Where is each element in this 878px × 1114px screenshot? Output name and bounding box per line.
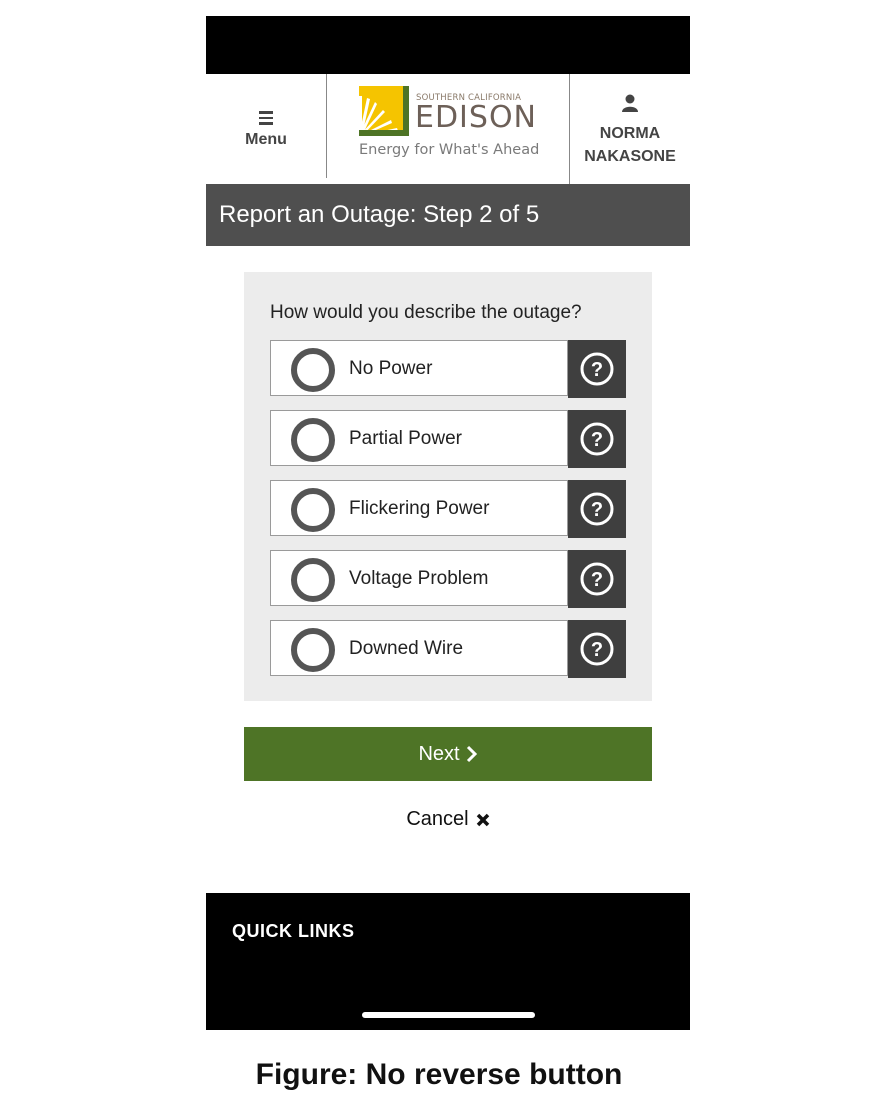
edison-logo[interactable]: SOUTHERN CALIFORNIA EDISON Energy for Wh… bbox=[358, 86, 540, 166]
question-mark-icon: ? bbox=[580, 492, 614, 526]
question-mark-icon: ? bbox=[580, 632, 614, 666]
radio-circle-icon bbox=[291, 558, 335, 602]
question-mark-icon: ? bbox=[580, 352, 614, 386]
option-downed-wire-radio[interactable]: Downed Wire bbox=[270, 620, 568, 676]
question-text: How would you describe the outage? bbox=[270, 302, 582, 323]
option-label: Flickering Power bbox=[349, 498, 490, 519]
menu-button[interactable]: Menu bbox=[206, 74, 327, 178]
quick-links-heading: QUICK LINKS bbox=[232, 921, 355, 941]
option-label: Voltage Problem bbox=[349, 568, 489, 589]
option-voltage-problem: Voltage Problem ? bbox=[270, 550, 626, 608]
radio-circle-icon bbox=[291, 418, 335, 462]
svg-text:?: ? bbox=[591, 639, 603, 661]
sunburst-icon bbox=[359, 86, 409, 136]
close-icon bbox=[476, 813, 489, 826]
cancel-button[interactable]: Cancel bbox=[206, 808, 690, 831]
next-button-label: Next bbox=[418, 742, 460, 765]
user-icon bbox=[622, 94, 638, 112]
menu-label: Menu bbox=[245, 130, 287, 148]
option-voltage-problem-radio[interactable]: Voltage Problem bbox=[270, 550, 568, 606]
option-flickering-power-radio[interactable]: Flickering Power bbox=[270, 480, 568, 536]
option-no-power-radio[interactable]: No Power bbox=[270, 340, 568, 396]
site-footer: QUICK LINKS bbox=[206, 893, 690, 1030]
question-mark-icon: ? bbox=[580, 422, 614, 456]
user-name-first: NORMA bbox=[599, 125, 661, 142]
option-partial-power-radio[interactable]: Partial Power bbox=[270, 410, 568, 466]
cancel-label: Cancel bbox=[406, 808, 469, 830]
option-no-power: No Power ? bbox=[270, 340, 626, 398]
home-indicator[interactable] bbox=[362, 1012, 535, 1018]
help-button-partial-power[interactable]: ? bbox=[568, 410, 626, 468]
help-button-voltage-problem[interactable]: ? bbox=[568, 550, 626, 608]
option-label: No Power bbox=[349, 358, 433, 379]
option-label: Downed Wire bbox=[349, 638, 464, 659]
radio-circle-icon bbox=[291, 348, 335, 392]
help-button-flickering-power[interactable]: ? bbox=[568, 480, 626, 538]
radio-circle-icon bbox=[291, 628, 335, 672]
logo-tagline: Energy for What's Ahead bbox=[359, 142, 540, 158]
status-bar bbox=[206, 16, 690, 74]
phone-screen: Menu SOUTHERN CALIFORNIA EDISON Energy f… bbox=[206, 16, 690, 1030]
figure-caption: Figure: No reverse button bbox=[255, 1058, 623, 1091]
site-header: Menu SOUTHERN CALIFORNIA EDISON Energy f… bbox=[206, 74, 690, 184]
hamburger-icon bbox=[259, 111, 273, 125]
logo-cell: SOUTHERN CALIFORNIA EDISON Energy for Wh… bbox=[327, 74, 570, 184]
user-account-button[interactable]: NORMA NAKASONE bbox=[570, 74, 690, 184]
step-title: Report an Outage: Step 2 of 5 bbox=[206, 184, 690, 246]
option-partial-power: Partial Power ? bbox=[270, 410, 626, 468]
svg-text:?: ? bbox=[591, 359, 603, 381]
help-button-downed-wire[interactable]: ? bbox=[568, 620, 626, 678]
svg-text:?: ? bbox=[591, 569, 603, 591]
radio-circle-icon bbox=[291, 488, 335, 532]
next-button[interactable]: Next bbox=[244, 727, 652, 781]
help-button-no-power[interactable]: ? bbox=[568, 340, 626, 398]
svg-text:?: ? bbox=[591, 499, 603, 521]
logo-brand: EDISON bbox=[415, 100, 538, 135]
user-name-last: NAKASONE bbox=[584, 148, 676, 165]
chevron-right-icon bbox=[466, 745, 477, 763]
option-flickering-power: Flickering Power ? bbox=[270, 480, 626, 538]
question-mark-icon: ? bbox=[580, 562, 614, 596]
option-downed-wire: Downed Wire ? bbox=[270, 620, 626, 678]
option-label: Partial Power bbox=[349, 428, 462, 449]
svg-text:?: ? bbox=[591, 429, 603, 451]
outage-question-panel: How would you describe the outage? No Po… bbox=[244, 272, 652, 701]
